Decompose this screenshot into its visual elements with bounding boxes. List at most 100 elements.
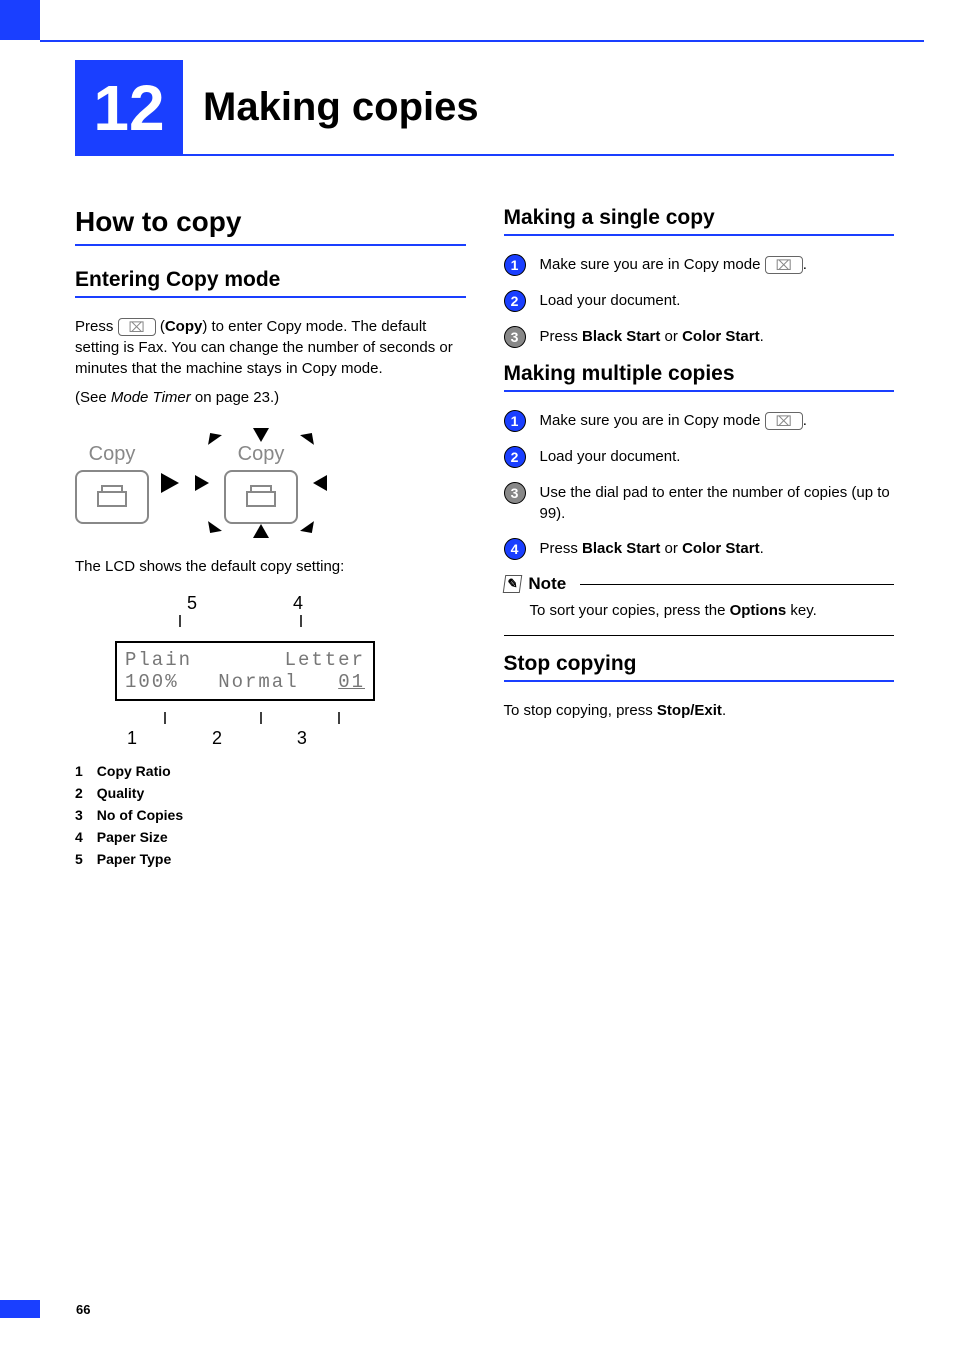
lcd-legend: 1 Copy Ratio 2Quality 3 No of Copies 4 Pape… xyxy=(75,763,466,867)
button-name: Color Start xyxy=(682,540,760,557)
text: Press xyxy=(75,318,118,335)
note-rule xyxy=(580,584,894,585)
step-number: 1 xyxy=(504,254,526,276)
button-highlighted: Copy xyxy=(191,428,331,538)
legend-number: 4 xyxy=(75,829,83,845)
text: . xyxy=(760,540,764,557)
step-item: 2 Load your document. xyxy=(504,446,895,468)
legend-number: 3 xyxy=(75,807,83,823)
legend-number: 1 xyxy=(75,763,83,779)
step-item: 1 Make sure you are in Copy mode ⌧. xyxy=(504,410,895,432)
callout-number: 3 xyxy=(297,728,307,749)
step-text: Load your document. xyxy=(540,446,895,467)
note-icon: ✎ xyxy=(502,575,521,593)
step-text: Press Black Start or Color Start. xyxy=(540,538,895,559)
lcd-paper-size: Letter xyxy=(285,649,365,671)
step-number: 4 xyxy=(504,538,526,560)
button-name: Stop/Exit xyxy=(657,702,722,719)
legend-number: 5 xyxy=(75,851,83,867)
button-frame xyxy=(75,470,149,524)
button-name: Options xyxy=(730,602,787,619)
chapter-header: 12 Making copies xyxy=(75,60,894,156)
footer-accent xyxy=(0,1300,40,1318)
section-heading: How to copy xyxy=(75,206,466,246)
step-item: 1 Make sure you are in Copy mode ⌧. xyxy=(504,254,895,276)
legend-text: Paper Size xyxy=(97,829,168,845)
button-before: Copy xyxy=(75,443,149,524)
subsection-heading: Making a single copy xyxy=(504,206,895,236)
cross-reference[interactable]: Mode Timer xyxy=(111,389,191,406)
page-content: 12 Making copies How to copy Entering Co… xyxy=(75,50,894,873)
text: Press xyxy=(540,328,583,345)
left-column: How to copy Entering Copy mode Press ⌧ (… xyxy=(75,206,466,873)
subsection-heading: Making multiple copies xyxy=(504,362,895,392)
lcd-bottom-callouts: 1 2 3 xyxy=(115,728,375,749)
right-column: Making a single copy 1 Make sure you are… xyxy=(504,206,895,873)
lcd-copies: 01 xyxy=(338,671,365,693)
text: To sort your copies, press the xyxy=(530,602,730,619)
text: Press xyxy=(540,540,583,557)
subsection-heading: Entering Copy mode xyxy=(75,268,466,298)
callout-number: 4 xyxy=(293,593,303,614)
legend-text: Quality xyxy=(97,785,144,801)
legend-item: 1 Copy Ratio xyxy=(75,763,466,779)
text: or xyxy=(660,328,682,345)
step-text: Use the dial pad to enter the number of … xyxy=(540,482,895,524)
arrow-icon xyxy=(208,519,222,533)
lcd-screen: Plain Letter 100% Normal 01 xyxy=(115,641,375,701)
text: Make sure you are in Copy mode xyxy=(540,412,765,429)
step-number: 3 xyxy=(504,326,526,348)
callout-number: 1 xyxy=(127,728,212,749)
stop-copying-text: To stop copying, press Stop/Exit. xyxy=(504,700,895,721)
legend-item: 3 No of Copies xyxy=(75,807,466,823)
arrow-right-icon xyxy=(161,473,179,493)
button-name: Black Start xyxy=(582,540,660,557)
copy-label: Copy xyxy=(165,318,203,335)
step-number: 1 xyxy=(504,410,526,432)
copy-mode-diagram: Copy Copy xyxy=(75,428,466,538)
step-text: Make sure you are in Copy mode ⌧. xyxy=(540,410,895,431)
connector-lines xyxy=(115,712,375,724)
chapter-title: Making copies xyxy=(183,60,894,156)
arrow-icon xyxy=(253,428,269,442)
lcd-intro-text: The LCD shows the default copy setting: xyxy=(75,556,466,577)
step-text: Make sure you are in Copy mode ⌧. xyxy=(540,254,895,275)
copy-button-icon: ⌧ xyxy=(765,256,803,274)
step-item: 3 Use the dial pad to enter the number o… xyxy=(504,482,895,524)
legend-item: 4 Paper Size xyxy=(75,829,466,845)
page-number: 66 xyxy=(76,1302,90,1317)
step-number: 2 xyxy=(504,446,526,468)
arrow-icon xyxy=(253,524,269,538)
page-footer: 66 xyxy=(0,1300,90,1318)
lcd-copy-ratio: 100% xyxy=(125,671,179,693)
button-name: Color Start xyxy=(682,328,760,345)
header-rule xyxy=(40,40,924,42)
subsection-heading: Stop copying xyxy=(504,652,895,682)
step-text: Load your document. xyxy=(540,290,895,311)
legend-item: 2Quality xyxy=(75,785,466,801)
intro-paragraph: Press ⌧ (Copy) to enter Copy mode. The d… xyxy=(75,316,466,379)
step-item: 4 Press Black Start or Color Start. xyxy=(504,538,895,560)
arrow-icon xyxy=(195,475,209,491)
text: (See xyxy=(75,389,111,406)
legend-text: No of Copies xyxy=(97,807,183,823)
arrow-icon xyxy=(300,519,314,533)
header-corner xyxy=(0,0,40,40)
step-number: 3 xyxy=(504,482,526,504)
note-body: To sort your copies, press the Options k… xyxy=(504,600,895,621)
lcd-quality: Normal xyxy=(218,671,298,693)
printer-icon xyxy=(241,482,281,512)
text: . xyxy=(803,256,807,273)
step-item: 2 Load your document. xyxy=(504,290,895,312)
callout-number: 2 xyxy=(212,728,297,749)
text: . xyxy=(760,328,764,345)
lcd-diagram: 5 4 Plain Letter 100% Normal 01 xyxy=(115,593,375,749)
connector-lines xyxy=(115,615,375,627)
legend-text: Copy Ratio xyxy=(97,763,171,779)
text: To stop copying, press xyxy=(504,702,657,719)
note-heading: ✎ Note xyxy=(504,574,895,594)
lcd-paper-type: Plain xyxy=(125,649,192,671)
step-number: 2 xyxy=(504,290,526,312)
printer-icon xyxy=(92,482,132,512)
step-item: 3 Press Black Start or Color Start. xyxy=(504,326,895,348)
